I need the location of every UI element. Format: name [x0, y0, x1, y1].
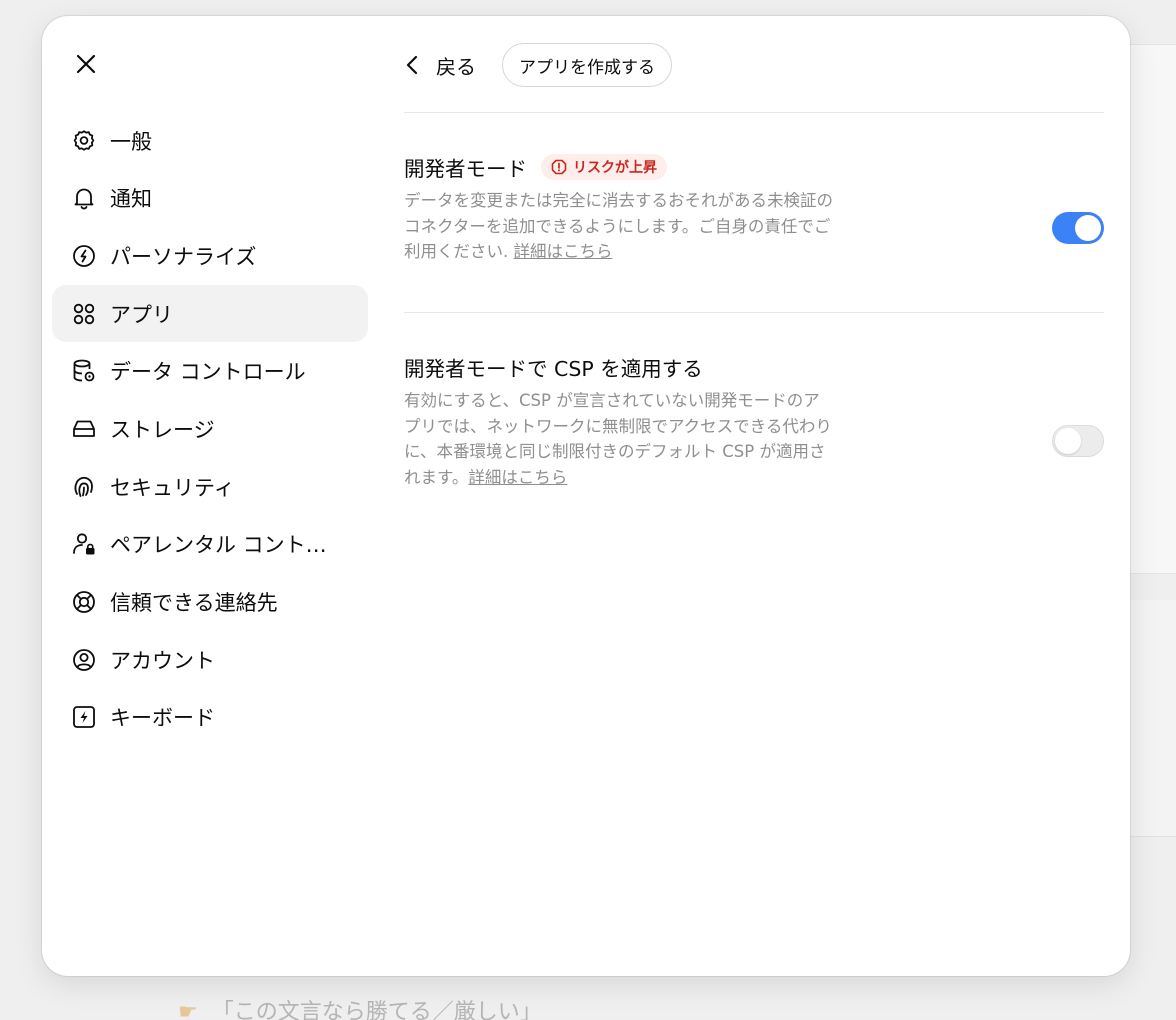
- storage-icon: [70, 415, 98, 443]
- developer-mode-toggle[interactable]: [1052, 212, 1104, 244]
- chevron-left-icon: [406, 55, 418, 75]
- toggle-knob: [1055, 428, 1081, 454]
- lifebuoy-icon: [70, 588, 98, 616]
- sidebar-item-label: セキュリティ: [110, 475, 235, 500]
- risk-badge: リスクが上昇: [541, 154, 667, 180]
- sidebar-item-label: ペアレンタル コント…: [110, 533, 327, 558]
- sidebar-item-label: パーソナライズ: [110, 244, 257, 269]
- background-panel: [1130, 44, 1176, 574]
- developer-mode-title: 開発者モード: [404, 157, 527, 181]
- sidebar-item-label: 信頼できる連絡先: [110, 591, 278, 615]
- sidebar-item-label: アプリ: [110, 302, 173, 327]
- sidebar-item-storage[interactable]: ストレージ: [52, 400, 368, 457]
- risk-badge-label: リスクが上昇: [573, 160, 657, 176]
- parental-lock-icon: [70, 530, 98, 558]
- apps-grid-icon: [70, 300, 98, 328]
- sidebar-item-security[interactable]: セキュリティ: [52, 458, 368, 515]
- back-label: 戻る: [436, 54, 476, 79]
- csp-setting: 開発者モードで CSP を適用する 有効にすると、CSP が宣言されていない開発…: [404, 352, 1104, 490]
- developer-mode-learn-more-link[interactable]: 詳細はこちら: [514, 242, 613, 261]
- sidebar-item-parental-controls[interactable]: ペアレンタル コント…: [52, 516, 368, 573]
- toggle-knob: [1075, 215, 1101, 241]
- sidebar-item-keyboard[interactable]: キーボード: [52, 689, 368, 746]
- close-icon: [76, 54, 96, 74]
- divider: [404, 312, 1104, 313]
- sidebar-item-trusted-contacts[interactable]: 信頼できる連絡先: [52, 574, 368, 631]
- csp-description: 有効にすると、CSP が宣言されていない開発モードのアプリでは、ネットワークに無…: [404, 391, 832, 487]
- content-header: 戻る アプリを作成する: [404, 42, 672, 88]
- pointing-hand-icon: ☛: [178, 1000, 198, 1020]
- bell-icon: [70, 184, 98, 212]
- settings-modal: 一般 通知 パーソナライズ アプリ データ コントロール ストレージ セキュリテ…: [42, 16, 1130, 976]
- create-app-button[interactable]: アプリを作成する: [502, 43, 672, 87]
- sidebar-item-personalize[interactable]: パーソナライズ: [52, 227, 368, 284]
- sidebar-item-label: データ コントロール: [110, 360, 306, 385]
- csp-learn-more-link[interactable]: 詳細はこちら: [468, 468, 567, 487]
- background-panel-lower: [1130, 600, 1176, 837]
- sidebar-item-apps[interactable]: アプリ: [52, 285, 368, 343]
- sidebar-item-label: ストレージ: [110, 417, 215, 442]
- personalize-icon: [70, 242, 98, 270]
- gear-icon: [70, 127, 98, 155]
- account-icon: [70, 646, 98, 674]
- fingerprint-icon: [70, 473, 98, 501]
- sidebar-item-notifications[interactable]: 通知: [52, 170, 368, 227]
- background-footer-text: ☛ 「この文言なら勝てる／厳しい」: [178, 998, 542, 1020]
- divider: [404, 112, 1104, 113]
- sidebar-item-label: アカウント: [110, 648, 215, 673]
- sidebar-item-label: 通知: [110, 187, 152, 212]
- back-button[interactable]: 戻る: [404, 51, 476, 80]
- keyboard-bolt-icon: [70, 703, 98, 731]
- developer-mode-setting: 開発者モード リスクが上昇 データを変更または完全に消去するおそれがある未検証の…: [404, 152, 1104, 265]
- sidebar-item-data-controls[interactable]: データ コントロール: [52, 343, 368, 400]
- sidebar-item-label: 一般: [110, 129, 152, 154]
- csp-toggle[interactable]: [1052, 425, 1104, 457]
- sidebar-item-label: キーボード: [110, 706, 215, 731]
- warning-shield-icon: [551, 159, 567, 175]
- sidebar-item-general[interactable]: 一般: [52, 112, 368, 169]
- close-button[interactable]: [70, 48, 102, 80]
- csp-title: 開発者モードで CSP を適用する: [404, 357, 703, 381]
- developer-mode-description: データを変更または完全に消去するおそれがある未検証のコネクターを追加できるように…: [404, 191, 833, 261]
- database-gear-icon: [70, 357, 98, 385]
- settings-sidebar: 一般 通知 パーソナライズ アプリ データ コントロール ストレージ セキュリテ…: [52, 112, 368, 747]
- sidebar-item-account[interactable]: アカウント: [52, 631, 368, 688]
